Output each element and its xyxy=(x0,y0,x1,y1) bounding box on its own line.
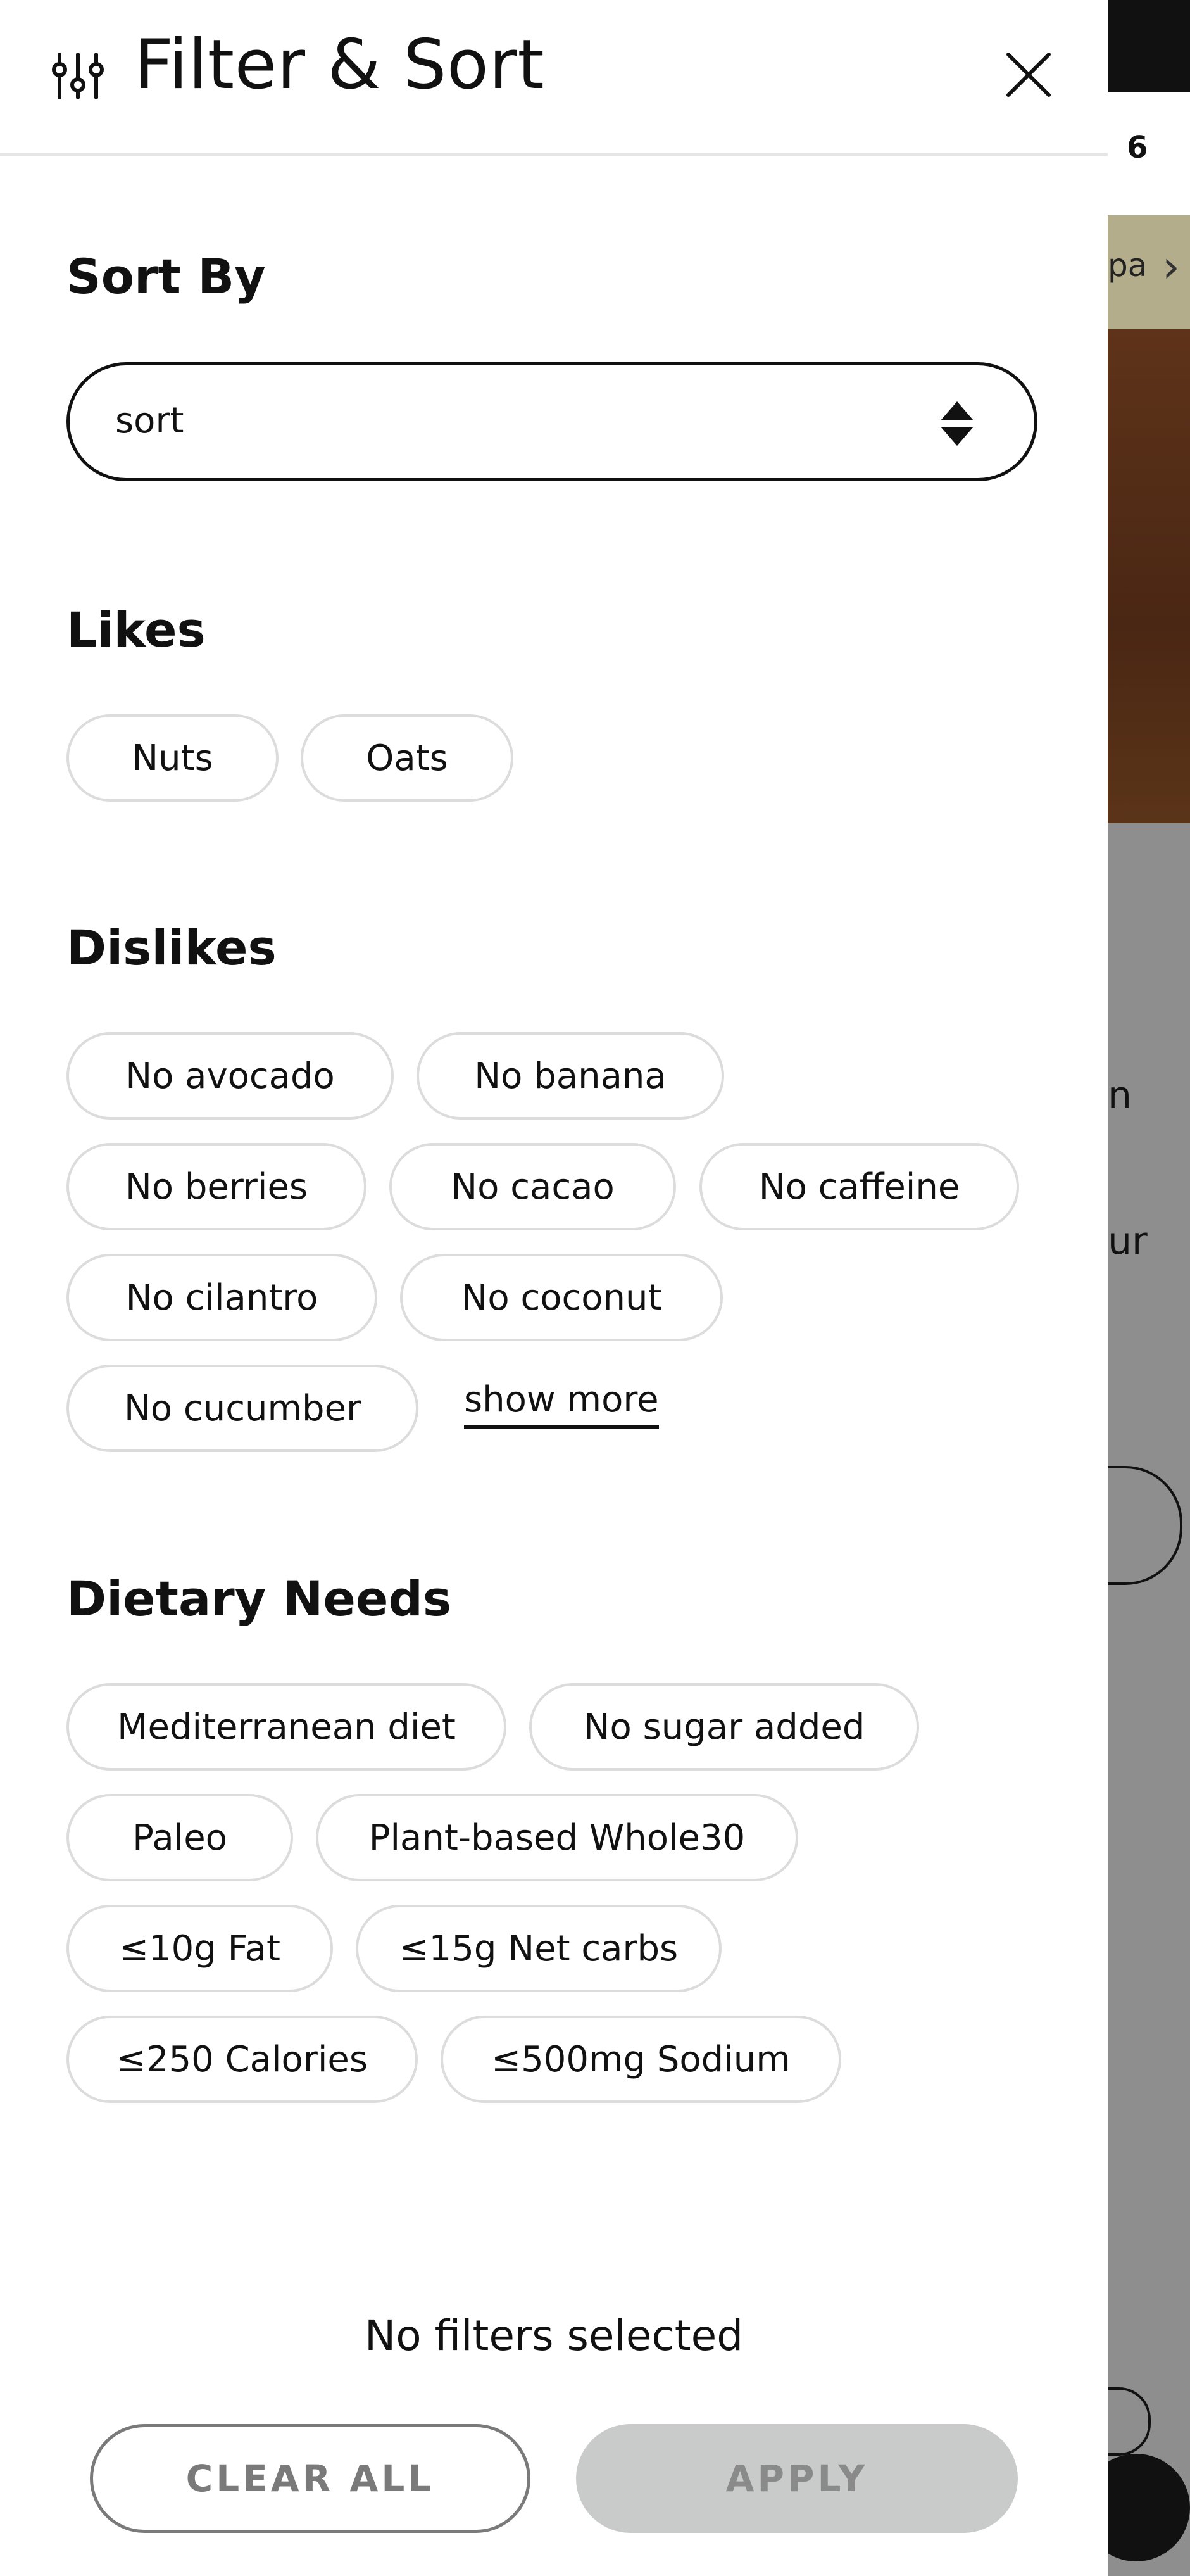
chip-no-cucumber[interactable]: No cucumber xyxy=(66,1365,418,1452)
chip-no-banana[interactable]: No banana xyxy=(416,1032,724,1120)
chip-mediterranean-diet[interactable]: Mediterranean diet xyxy=(66,1683,506,1771)
sort-dropdown[interactable]: sort xyxy=(66,362,1037,481)
background-count-text: 6 xyxy=(1127,130,1148,165)
background-text-fragment: n xyxy=(1108,1073,1132,1118)
chip-fat-limit[interactable]: ≤10g Fat xyxy=(66,1905,333,1992)
background-button-outline xyxy=(1108,1466,1182,1585)
chip-no-coconut[interactable]: No coconut xyxy=(400,1254,723,1341)
apply-button[interactable]: APPLY xyxy=(576,2424,1018,2533)
sort-arrows-icon xyxy=(941,401,974,446)
filter-sort-panel: Filter & Sort Sort By sort Likes Nuts Oa… xyxy=(0,0,1108,2576)
chip-no-cacao[interactable]: No cacao xyxy=(389,1143,676,1230)
dietary-needs-heading: Dietary Needs xyxy=(66,1570,452,1627)
chip-no-caffeine[interactable]: No caffeine xyxy=(699,1143,1019,1230)
sort-by-heading: Sort By xyxy=(66,248,266,305)
chip-no-berries[interactable]: No berries xyxy=(66,1143,366,1230)
background-circle-button xyxy=(1108,2454,1190,2561)
sort-dropdown-value: sort xyxy=(115,400,184,441)
chip-no-sugar-added[interactable]: No sugar added xyxy=(529,1683,919,1771)
chip-no-avocado[interactable]: No avocado xyxy=(66,1032,394,1120)
chip-sodium-limit[interactable]: ≤500mg Sodium xyxy=(441,2016,841,2103)
chip-plant-based-whole30[interactable]: Plant-based Whole30 xyxy=(316,1794,798,1881)
chip-likes-oats[interactable]: Oats xyxy=(301,714,513,802)
background-product-image xyxy=(1108,329,1190,823)
chip-net-carbs-limit[interactable]: ≤15g Net carbs xyxy=(356,1905,722,1992)
likes-heading: Likes xyxy=(66,602,206,658)
background-circle-outline xyxy=(1108,2387,1151,2456)
filter-status-text: No filters selected xyxy=(364,2311,744,2360)
chevron-right-icon: › xyxy=(1162,241,1180,293)
chip-no-cilantro[interactable]: No cilantro xyxy=(66,1254,377,1341)
panel-header: Filter & Sort xyxy=(0,0,1108,156)
page-title: Filter & Sort xyxy=(134,25,545,104)
chip-likes-nuts[interactable]: Nuts xyxy=(66,714,279,802)
chip-paleo[interactable]: Paleo xyxy=(66,1794,293,1881)
close-icon[interactable] xyxy=(1003,49,1054,100)
background-header-strip xyxy=(1108,92,1190,215)
background-page: 6 pa › n ur xyxy=(1108,0,1190,2576)
show-more-link[interactable]: show more xyxy=(464,1379,659,1429)
chip-calories-limit[interactable]: ≤250 Calories xyxy=(66,2016,418,2103)
background-banner-text: pa xyxy=(1108,247,1148,284)
background-text-fragment: ur xyxy=(1108,1219,1148,1263)
sliders-icon xyxy=(52,53,104,99)
dislikes-heading: Dislikes xyxy=(66,919,277,976)
clear-all-button[interactable]: CLEAR ALL xyxy=(90,2424,530,2533)
background-top-bar xyxy=(1108,0,1190,92)
